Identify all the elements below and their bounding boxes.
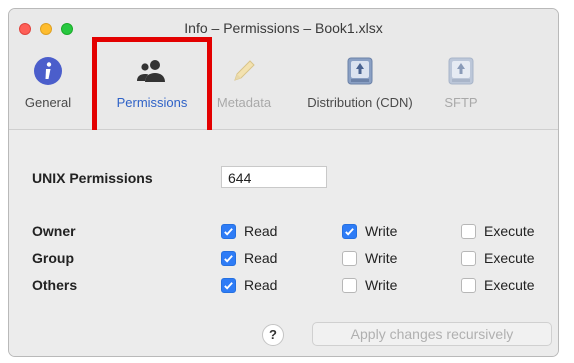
checkbox-checked-icon: [342, 223, 357, 239]
write-label: Write: [365, 277, 398, 293]
tab-general-label: General: [24, 95, 72, 110]
owner-label: Owner: [32, 223, 76, 239]
pencil-icon: [209, 53, 279, 89]
group-label: Group: [32, 250, 74, 266]
owner-read-checkbox[interactable]: Read: [221, 223, 277, 239]
tab-general[interactable]: General: [19, 53, 77, 110]
tab-sftp-label: SFTP: [444, 95, 478, 110]
group-execute-checkbox[interactable]: Execute: [461, 250, 535, 266]
checkbox-checked-icon: [221, 277, 236, 293]
drive-icon: [439, 53, 483, 89]
checkbox-unchecked-icon: [342, 277, 357, 293]
checkbox-unchecked-icon: [461, 250, 476, 266]
checkbox-unchecked-icon: [461, 277, 476, 293]
owner-write-checkbox[interactable]: Write: [342, 223, 397, 239]
permissions-panel: UNIX Permissions 644 Owner Read Write Ex…: [9, 130, 558, 356]
info-icon: [19, 53, 77, 89]
tab-metadata[interactable]: Metadata: [209, 53, 279, 110]
others-execute-checkbox[interactable]: Execute: [461, 277, 535, 293]
unix-permissions-label: UNIX Permissions: [32, 170, 153, 186]
checkbox-checked-icon: [221, 223, 236, 239]
tab-distribution-label: Distribution (CDN): [307, 95, 413, 110]
highlight-box: [92, 37, 212, 137]
tab-metadata-label: Metadata: [216, 95, 272, 110]
execute-label: Execute: [484, 277, 535, 293]
apply-changes-recursively-button[interactable]: Apply changes recursively: [312, 322, 552, 346]
checkbox-unchecked-icon: [342, 250, 357, 266]
read-label: Read: [244, 223, 278, 239]
owner-execute-checkbox[interactable]: Execute: [461, 223, 535, 239]
read-label: Read: [244, 277, 278, 293]
others-label: Others: [32, 277, 78, 293]
titlebar: Info – Permissions – Book1.xlsx General …: [9, 9, 558, 137]
write-label: Write: [365, 223, 398, 239]
write-label: Write: [365, 250, 398, 266]
drive-icon: [295, 53, 425, 89]
window-title: Info – Permissions – Book1.xlsx: [184, 20, 383, 36]
tab-distribution-cdn[interactable]: Distribution (CDN): [295, 53, 425, 110]
checkbox-unchecked-icon: [461, 223, 476, 239]
execute-label: Execute: [484, 223, 535, 239]
group-read-checkbox[interactable]: Read: [221, 250, 277, 266]
checkbox-checked-icon: [221, 250, 236, 266]
help-button[interactable]: ?: [262, 324, 284, 346]
group-write-checkbox[interactable]: Write: [342, 250, 397, 266]
read-label: Read: [244, 250, 278, 266]
others-read-checkbox[interactable]: Read: [221, 277, 277, 293]
tab-sftp[interactable]: SFTP: [439, 53, 483, 110]
unix-permissions-field[interactable]: 644: [221, 166, 327, 188]
others-write-checkbox[interactable]: Write: [342, 277, 397, 293]
info-window: Info – Permissions – Book1.xlsx General …: [8, 8, 559, 357]
execute-label: Execute: [484, 250, 535, 266]
